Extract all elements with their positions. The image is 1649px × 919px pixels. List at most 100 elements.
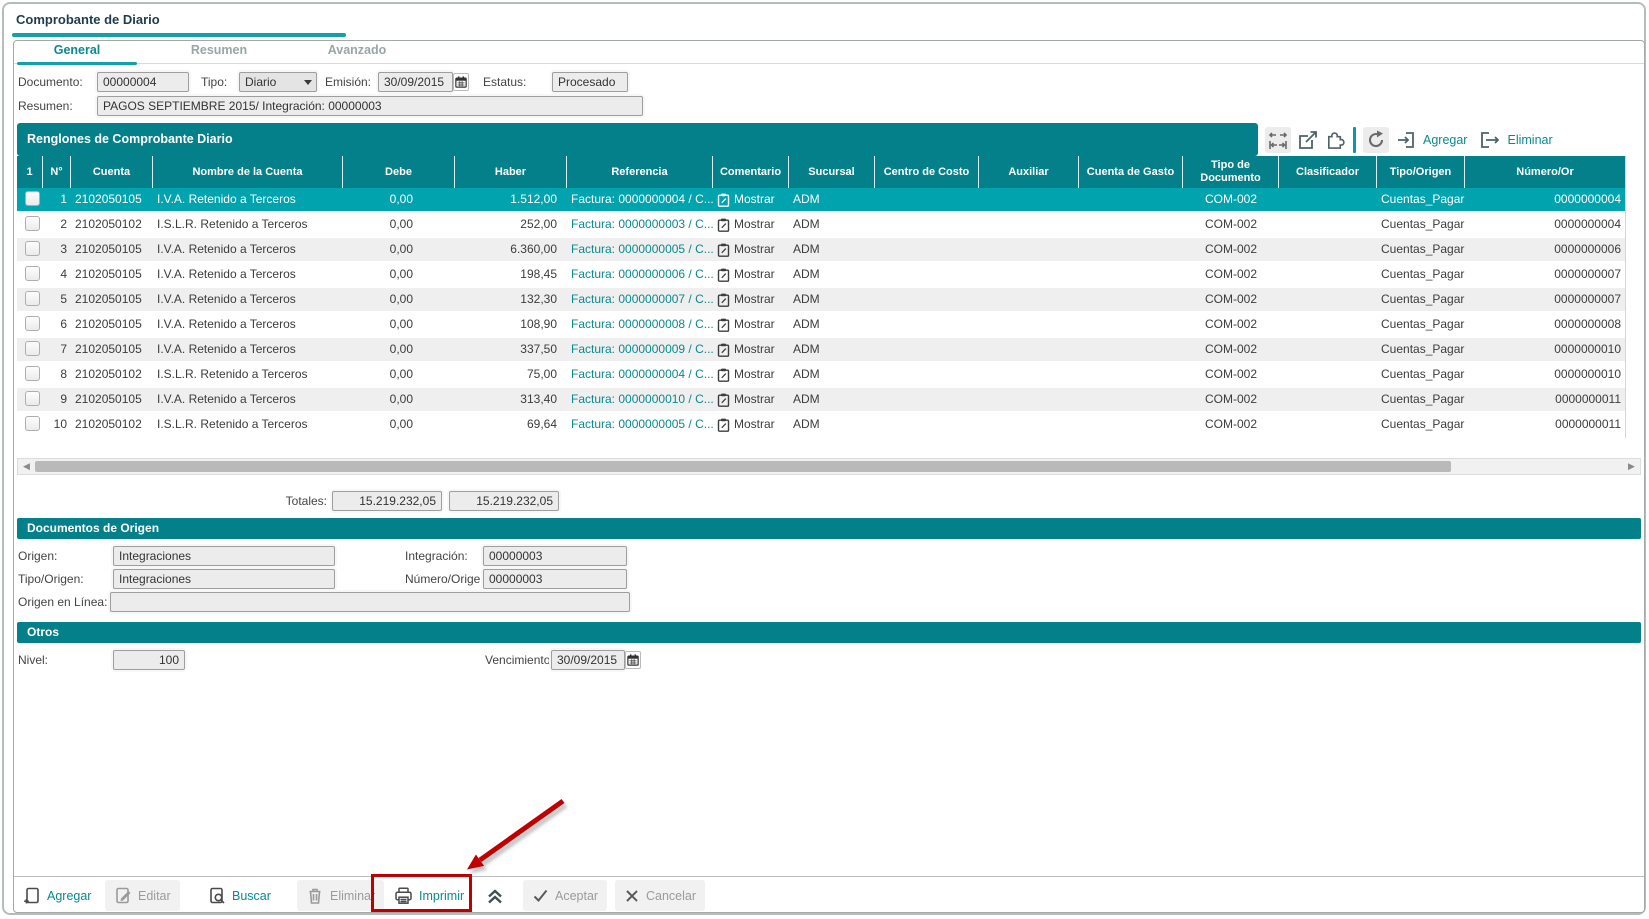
row-checkbox[interactable]	[25, 266, 40, 281]
comentario-mostrar-link[interactable]: Mostrar	[713, 363, 789, 386]
table-row[interactable]: 102102050102I.S.L.R. Retenido a Terceros…	[17, 413, 1625, 438]
cancelar-button[interactable]: Cancelar	[615, 880, 705, 911]
emision-calendar-icon[interactable]	[453, 73, 469, 91]
grid-column-header[interactable]: Cuenta	[71, 156, 153, 188]
comentario-mostrar-link[interactable]: Mostrar	[713, 213, 789, 236]
grid-column-header[interactable]: Auxiliar	[979, 156, 1079, 188]
tab-general-underline	[17, 62, 137, 65]
collapse-toolbar-button[interactable]	[482, 880, 508, 911]
emision-field[interactable]: 30/09/2015	[378, 72, 453, 92]
table-row[interactable]: 62102050105I.V.A. Retenido a Terceros0,0…	[17, 313, 1625, 338]
tipo-dropdown[interactable]: Diario	[239, 72, 317, 92]
estatus-field: Procesado	[552, 72, 628, 92]
column-resize-icon[interactable]	[1265, 127, 1291, 153]
cell-referencia: Factura: 0000000003 / C...	[567, 213, 713, 236]
buscar-button[interactable]: Buscar	[199, 880, 280, 911]
table-row[interactable]: 42102050105I.V.A. Retenido a Terceros0,0…	[17, 263, 1625, 288]
row-checkbox[interactable]	[25, 216, 40, 231]
row-checkbox[interactable]	[25, 341, 40, 356]
scroll-left-icon[interactable]: ◀	[19, 460, 34, 473]
comentario-mostrar-link[interactable]: Mostrar	[713, 413, 789, 436]
scroll-right-icon[interactable]: ▶	[1624, 460, 1639, 473]
table-row[interactable]: 32102050105I.V.A. Retenido a Terceros0,0…	[17, 238, 1625, 263]
documentos-origen-header: Documentos de Origen	[17, 518, 1641, 539]
aceptar-button[interactable]: Aceptar	[523, 880, 607, 911]
cell-nombre: I.V.A. Retenido a Terceros	[153, 288, 343, 311]
comentario-mostrar-link[interactable]: Mostrar	[713, 313, 789, 336]
cell-n: 10	[43, 413, 71, 436]
grid-column-header[interactable]: Centro de Costo	[875, 156, 979, 188]
cell-sucursal: ADM	[789, 363, 875, 386]
eliminar-button[interactable]: Eliminar	[297, 880, 384, 911]
cell-tipo_documento: COM-002	[1183, 413, 1279, 436]
vencimiento-field[interactable]: 30/09/2015	[551, 650, 625, 670]
table-row[interactable]: 12102050105I.V.A. Retenido a Terceros0,0…	[17, 188, 1625, 213]
cell-tipo_documento: COM-002	[1183, 188, 1279, 211]
puzzle-icon[interactable]	[1325, 129, 1346, 150]
table-row[interactable]: 72102050105I.V.A. Retenido a Terceros0,0…	[17, 338, 1625, 363]
open-external-icon[interactable]	[1298, 130, 1318, 150]
row-checkbox[interactable]	[25, 316, 40, 331]
cell-numero_origen: 0000000007	[1465, 263, 1625, 286]
comentario-mostrar-link[interactable]: Mostrar	[713, 338, 789, 361]
row-checkbox[interactable]	[25, 291, 40, 306]
vencimiento-calendar-icon[interactable]	[625, 651, 641, 669]
table-row[interactable]: 52102050105I.V.A. Retenido a Terceros0,0…	[17, 288, 1625, 313]
grid-vertical-scroll-strip[interactable]	[1625, 156, 1641, 438]
comentario-mostrar-link[interactable]: Mostrar	[713, 388, 789, 411]
scroll-thumb[interactable]	[35, 461, 1451, 472]
refresh-icon[interactable]	[1363, 127, 1389, 153]
grid-column-header[interactable]: Número/Or	[1465, 156, 1625, 188]
numero-origen-field[interactable]: 00000003	[483, 569, 627, 589]
comentario-mostrar-link[interactable]: Mostrar	[713, 188, 789, 211]
imprimir-button[interactable]: Imprimir	[385, 880, 473, 911]
comentario-mostrar-link[interactable]: Mostrar	[713, 263, 789, 286]
grid-column-header[interactable]: Haber	[455, 156, 567, 188]
table-row[interactable]: 82102050102I.S.L.R. Retenido a Terceros0…	[17, 363, 1625, 388]
resumen-field[interactable]: PAGOS SEPTIEMBRE 2015/ Integración: 0000…	[97, 96, 643, 116]
grid-column-header[interactable]: Nombre de la Cuenta	[153, 156, 343, 188]
grid-column-header-label: Sucursal	[808, 166, 854, 179]
grid-column-header[interactable]: Tipo/Origen	[1377, 156, 1465, 188]
comentario-mostrar-link[interactable]: Mostrar	[713, 288, 789, 311]
grid-delete-row-label[interactable]: Eliminar	[1507, 133, 1552, 147]
tab-general[interactable]: General	[17, 43, 137, 63]
comentario-mostrar-link[interactable]: Mostrar	[713, 238, 789, 261]
grid-column-header-label: Número/Or	[1516, 166, 1573, 179]
agregar-button[interactable]: Agregar	[14, 880, 100, 911]
row-checkbox[interactable]	[25, 391, 40, 406]
cell-tipo_documento: COM-002	[1183, 263, 1279, 286]
documento-field[interactable]: 00000004	[97, 72, 189, 92]
cell-cuenta: 2102050102	[71, 213, 153, 236]
grid-column-header[interactable]: Cuenta de Gasto	[1079, 156, 1183, 188]
grid-add-row-icon[interactable]	[1396, 130, 1416, 150]
row-checkbox[interactable]	[25, 366, 40, 381]
cell-debe: 0,00	[343, 313, 455, 336]
grid-column-header[interactable]: N°	[43, 156, 71, 188]
tab-avanzado[interactable]: Avanzado	[302, 43, 412, 63]
grid-column-header[interactable]: Referencia	[567, 156, 713, 188]
grid-column-header[interactable]: 1	[17, 156, 43, 188]
editar-button[interactable]: Editar	[105, 880, 180, 911]
origen-field[interactable]: Integraciones	[113, 546, 335, 566]
row-checkbox[interactable]	[25, 241, 40, 256]
table-row[interactable]: 22102050102I.S.L.R. Retenido a Terceros0…	[17, 213, 1625, 238]
tipo-origen-field[interactable]: Integraciones	[113, 569, 335, 589]
grid-column-header[interactable]: Comentario	[713, 156, 789, 188]
grid-column-header[interactable]: Tipo de Documento	[1183, 156, 1279, 188]
window-tab[interactable]: Comprobante de Diario	[16, 12, 160, 27]
origen-linea-field[interactable]	[110, 592, 630, 612]
grid-add-row-label[interactable]: Agregar	[1423, 133, 1467, 147]
grid-column-header[interactable]: Sucursal	[789, 156, 875, 188]
nivel-field[interactable]: 100	[113, 650, 185, 670]
tab-resumen[interactable]: Resumen	[164, 43, 274, 63]
integracion-field[interactable]: 00000003	[483, 546, 627, 566]
cell-tipo_origen: Cuentas_Pagar	[1377, 413, 1465, 436]
grid-column-header[interactable]: Debe	[343, 156, 455, 188]
row-checkbox[interactable]	[25, 416, 40, 431]
row-checkbox[interactable]	[25, 191, 40, 206]
table-row[interactable]: 92102050105I.V.A. Retenido a Terceros0,0…	[17, 388, 1625, 413]
grid-column-header[interactable]: Clasificador	[1279, 156, 1377, 188]
grid-delete-row-icon[interactable]	[1480, 130, 1500, 150]
grid-horizontal-scrollbar[interactable]: ◀ ▶	[17, 458, 1641, 475]
